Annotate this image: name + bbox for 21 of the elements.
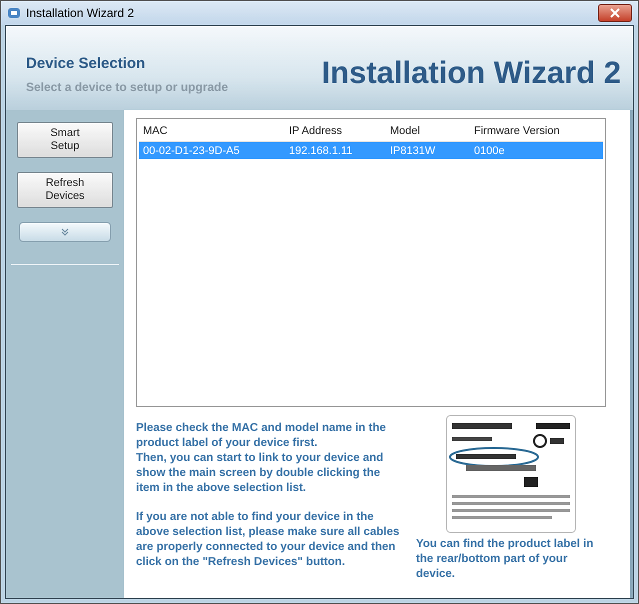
close-button[interactable]	[598, 4, 632, 22]
column-header[interactable]: Model	[386, 125, 470, 137]
sidebar-button[interactable]: Smart Setup	[17, 122, 113, 158]
banner-title: Installation Wizard 2	[322, 54, 621, 91]
instruction-text: If you are not able to find your device in the above selection list, please make sure all cables are properly connected to your device and then click on the "Refresh Devices" button.	[136, 510, 400, 570]
window-title: Installation Wizard 2	[26, 6, 136, 20]
instruction-text: Please check the MAC and model name in the product label of your device first. Then, you can start to link to your device and show the main screen by double clicking the item in the above selection list.	[136, 421, 387, 496]
label-hint-text: You can find the product label in the rear/bottom part of your device.	[416, 537, 594, 582]
page-title: Device Selection	[26, 54, 146, 72]
table-cell-text: 0100e	[473, 144, 506, 156]
table-cell-text: 00-02-D1-23-9D-A5	[142, 144, 241, 156]
sidebar-button[interactable]: Refresh Devices	[17, 172, 113, 208]
table-cell-text: IP8131W	[389, 144, 436, 156]
close-icon	[610, 8, 620, 18]
column-header[interactable]: IP Address	[285, 125, 386, 137]
table-cell-text: 192.168.1.11	[288, 144, 354, 156]
app-icon	[7, 6, 21, 20]
double-chevron-icon	[61, 228, 69, 236]
page-subtitle: Select a device to setup or upgrade	[26, 80, 228, 94]
column-header[interactable]: MAC	[139, 125, 285, 137]
column-header[interactable]: Firmware Version	[470, 125, 603, 137]
